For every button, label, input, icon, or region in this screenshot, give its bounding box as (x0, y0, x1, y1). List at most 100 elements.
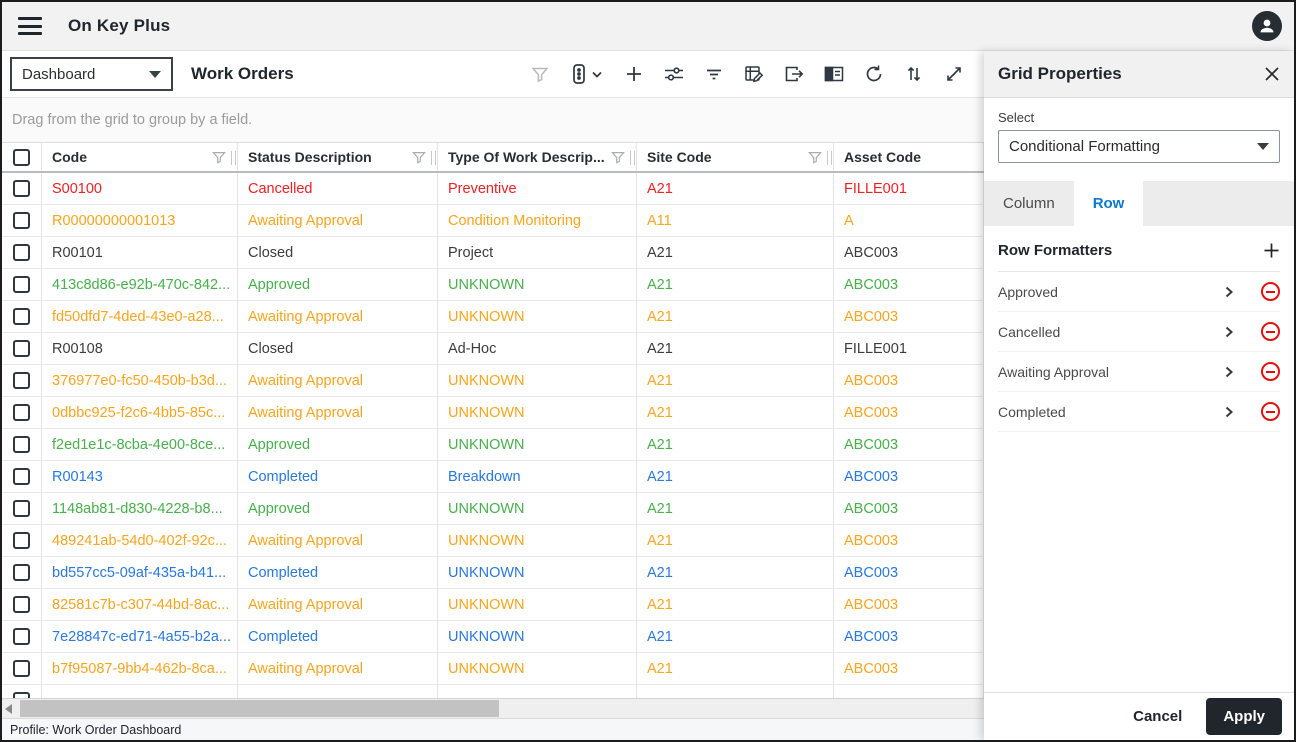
cell-type: UNKNOWN (438, 301, 637, 332)
column-header-3[interactable]: Site Code (637, 143, 834, 171)
chevron-right-icon[interactable] (1223, 326, 1235, 338)
cell-type: UNKNOWN (438, 269, 637, 300)
grid-body: S00100 Cancelled Preventive A21 FILLE001 R000… (2, 173, 984, 698)
formatting-select[interactable]: Conditional Formatting (998, 130, 1280, 163)
cell-type: UNKNOWN (438, 621, 637, 652)
table-row[interactable]: bd557cc5-09af-435a-b41... Completed UNKNOW… (2, 557, 984, 589)
column-header-1[interactable]: Status Description (238, 143, 438, 171)
column-header-2[interactable]: Type Of Work Descrip... (438, 143, 637, 171)
table-row[interactable]: 489241ab-54d0-402f-92c... Awaiting Approv… (2, 525, 984, 557)
column-resize-handle[interactable] (431, 151, 436, 165)
remove-formatter-icon[interactable] (1261, 362, 1280, 381)
remove-formatter-icon[interactable] (1261, 322, 1280, 341)
table-row[interactable]: 376977e0-fc50-450b-b3d... Awaiting Approv… (2, 365, 984, 397)
row-checkbox[interactable] (13, 372, 30, 389)
tab-row[interactable]: Row (1073, 181, 1144, 226)
group-by-bar[interactable]: Drag from the grid to group by a field. (2, 98, 984, 143)
edit-grid-icon[interactable] (738, 58, 770, 90)
app-window: On Key Plus Dashboard Work Orders Drag f… (0, 0, 1296, 742)
apply-button[interactable]: Apply (1206, 698, 1282, 735)
sort-icon[interactable] (898, 58, 930, 90)
table-row[interactable]: 413c8d86-e92b-470c-842... Approved UNKNOWN… (2, 269, 984, 301)
scroll-left-arrow-icon[interactable] (5, 704, 12, 714)
remove-formatter-icon[interactable] (1261, 402, 1280, 421)
row-checkbox[interactable] (13, 404, 30, 421)
row-checkbox[interactable] (13, 436, 30, 453)
add-icon[interactable] (618, 58, 650, 90)
chevron-right-icon[interactable] (1223, 366, 1235, 378)
column-filter-icon[interactable] (610, 149, 626, 165)
add-formatter-icon[interactable] (1263, 242, 1280, 259)
row-checkbox[interactable] (13, 340, 30, 357)
table-row[interactable]: R00143 Completed Breakdown A21 ABC003 (2, 461, 984, 493)
tab-column[interactable]: Column (984, 181, 1074, 226)
row-checkbox[interactable] (13, 532, 30, 549)
column-resize-handle[interactable] (231, 151, 236, 165)
filter-icon[interactable] (524, 58, 556, 90)
select-all-checkbox[interactable] (13, 148, 30, 166)
chevron-down-icon (149, 70, 161, 78)
row-checkbox[interactable] (13, 212, 30, 229)
table-row[interactable]: R00108 Closed Ad-Hoc A21 FILLE001 (2, 333, 984, 365)
row-checkbox[interactable] (13, 596, 30, 613)
table-row[interactable]: 7e28847c-ed71-4a55-b2a... Completed UNKNOW… (2, 621, 984, 653)
formatter-item[interactable]: Awaiting Approval (998, 352, 1280, 392)
chevron-right-icon[interactable] (1223, 286, 1235, 298)
row-checkbox[interactable] (13, 244, 30, 261)
row-checkbox[interactable] (13, 276, 30, 293)
scrollbar-thumb[interactable] (20, 700, 499, 717)
table-row[interactable]: 0dbbc925-f2c6-4bb5-85c... Awaiting Approv… (2, 397, 984, 429)
cell-asset: A (834, 205, 984, 236)
profile-select[interactable]: Dashboard (10, 57, 173, 91)
refresh-icon[interactable] (858, 58, 890, 90)
remove-formatter-icon[interactable] (1261, 282, 1280, 301)
cell-type: UNKNOWN (438, 525, 637, 556)
menu-icon[interactable] (18, 17, 42, 35)
chevron-right-icon[interactable] (1223, 406, 1235, 418)
row-checkbox[interactable] (13, 308, 30, 325)
row-checkbox[interactable] (13, 628, 30, 645)
formatter-item[interactable]: Completed (998, 392, 1280, 432)
column-resize-handle[interactable] (827, 151, 832, 165)
columns-menu-icon[interactable] (564, 58, 610, 90)
formatter-item[interactable]: Approved (998, 272, 1280, 312)
expand-icon[interactable] (938, 58, 970, 90)
horizontal-scrollbar[interactable] (2, 698, 984, 718)
user-avatar-icon[interactable] (1252, 11, 1282, 41)
row-checkbox[interactable] (13, 500, 30, 517)
profile-select-value: Dashboard (22, 65, 96, 83)
column-filter-icon[interactable] (411, 149, 427, 165)
cancel-button[interactable]: Cancel (1133, 708, 1182, 725)
status-bar: Profile: Work Order Dashboard (2, 718, 984, 740)
row-checkbox[interactable] (13, 468, 30, 485)
column-filter-icon[interactable] (807, 149, 823, 165)
row-checkbox[interactable] (13, 180, 30, 197)
formatter-item[interactable]: Cancelled (998, 312, 1280, 352)
cell-asset: ABC003 (834, 429, 984, 460)
filter-rows-icon[interactable] (698, 58, 730, 90)
side-panel-icon[interactable] (818, 58, 850, 90)
table-row[interactable]: 1148ab81-d830-4228-b8... Approved UNKNOWN A… (2, 493, 984, 525)
column-filter-icon[interactable] (211, 149, 227, 165)
column-header-0[interactable]: Code (42, 143, 238, 171)
cell-site: A21 (637, 333, 834, 364)
cell-asset: ABC003 (834, 269, 984, 300)
close-icon[interactable] (1264, 66, 1280, 82)
column-resize-handle[interactable] (630, 151, 635, 165)
row-checkbox[interactable] (13, 564, 30, 581)
table-row[interactable]: b7f95087-9bb4-462b-8ca... Awaiting Approv… (2, 653, 984, 685)
table-row[interactable]: S00100 Cancelled Preventive A21 FILLE001 (2, 173, 984, 205)
cell-type: UNKNOWN (438, 493, 637, 524)
table-row[interactable]: f2ed1e1c-8cba-4e00-8ce... Approved UNKNOWN… (2, 429, 984, 461)
row-checkbox[interactable] (13, 660, 30, 677)
column-header-4[interactable]: Asset Code (834, 143, 984, 171)
cell-asset: ABC003 (834, 397, 984, 428)
table-row[interactable]: R00000000001013 Awaiting Approval Conditio… (2, 205, 984, 237)
cell-type: UNKNOWN (438, 589, 637, 620)
table-row[interactable]: R00101 Closed Project A21 ABC003 (2, 237, 984, 269)
export-icon[interactable] (778, 58, 810, 90)
table-row[interactable]: 82581c7b-c307-44bd-8ac... Awaiting Approv… (2, 589, 984, 621)
adjustments-icon[interactable] (658, 58, 690, 90)
table-row[interactable]: fd50dfd7-4ded-43e0-a28... Awaiting Approv… (2, 301, 984, 333)
cell-code: 7e28847c-ed71-4a55-b2a... (42, 621, 238, 652)
